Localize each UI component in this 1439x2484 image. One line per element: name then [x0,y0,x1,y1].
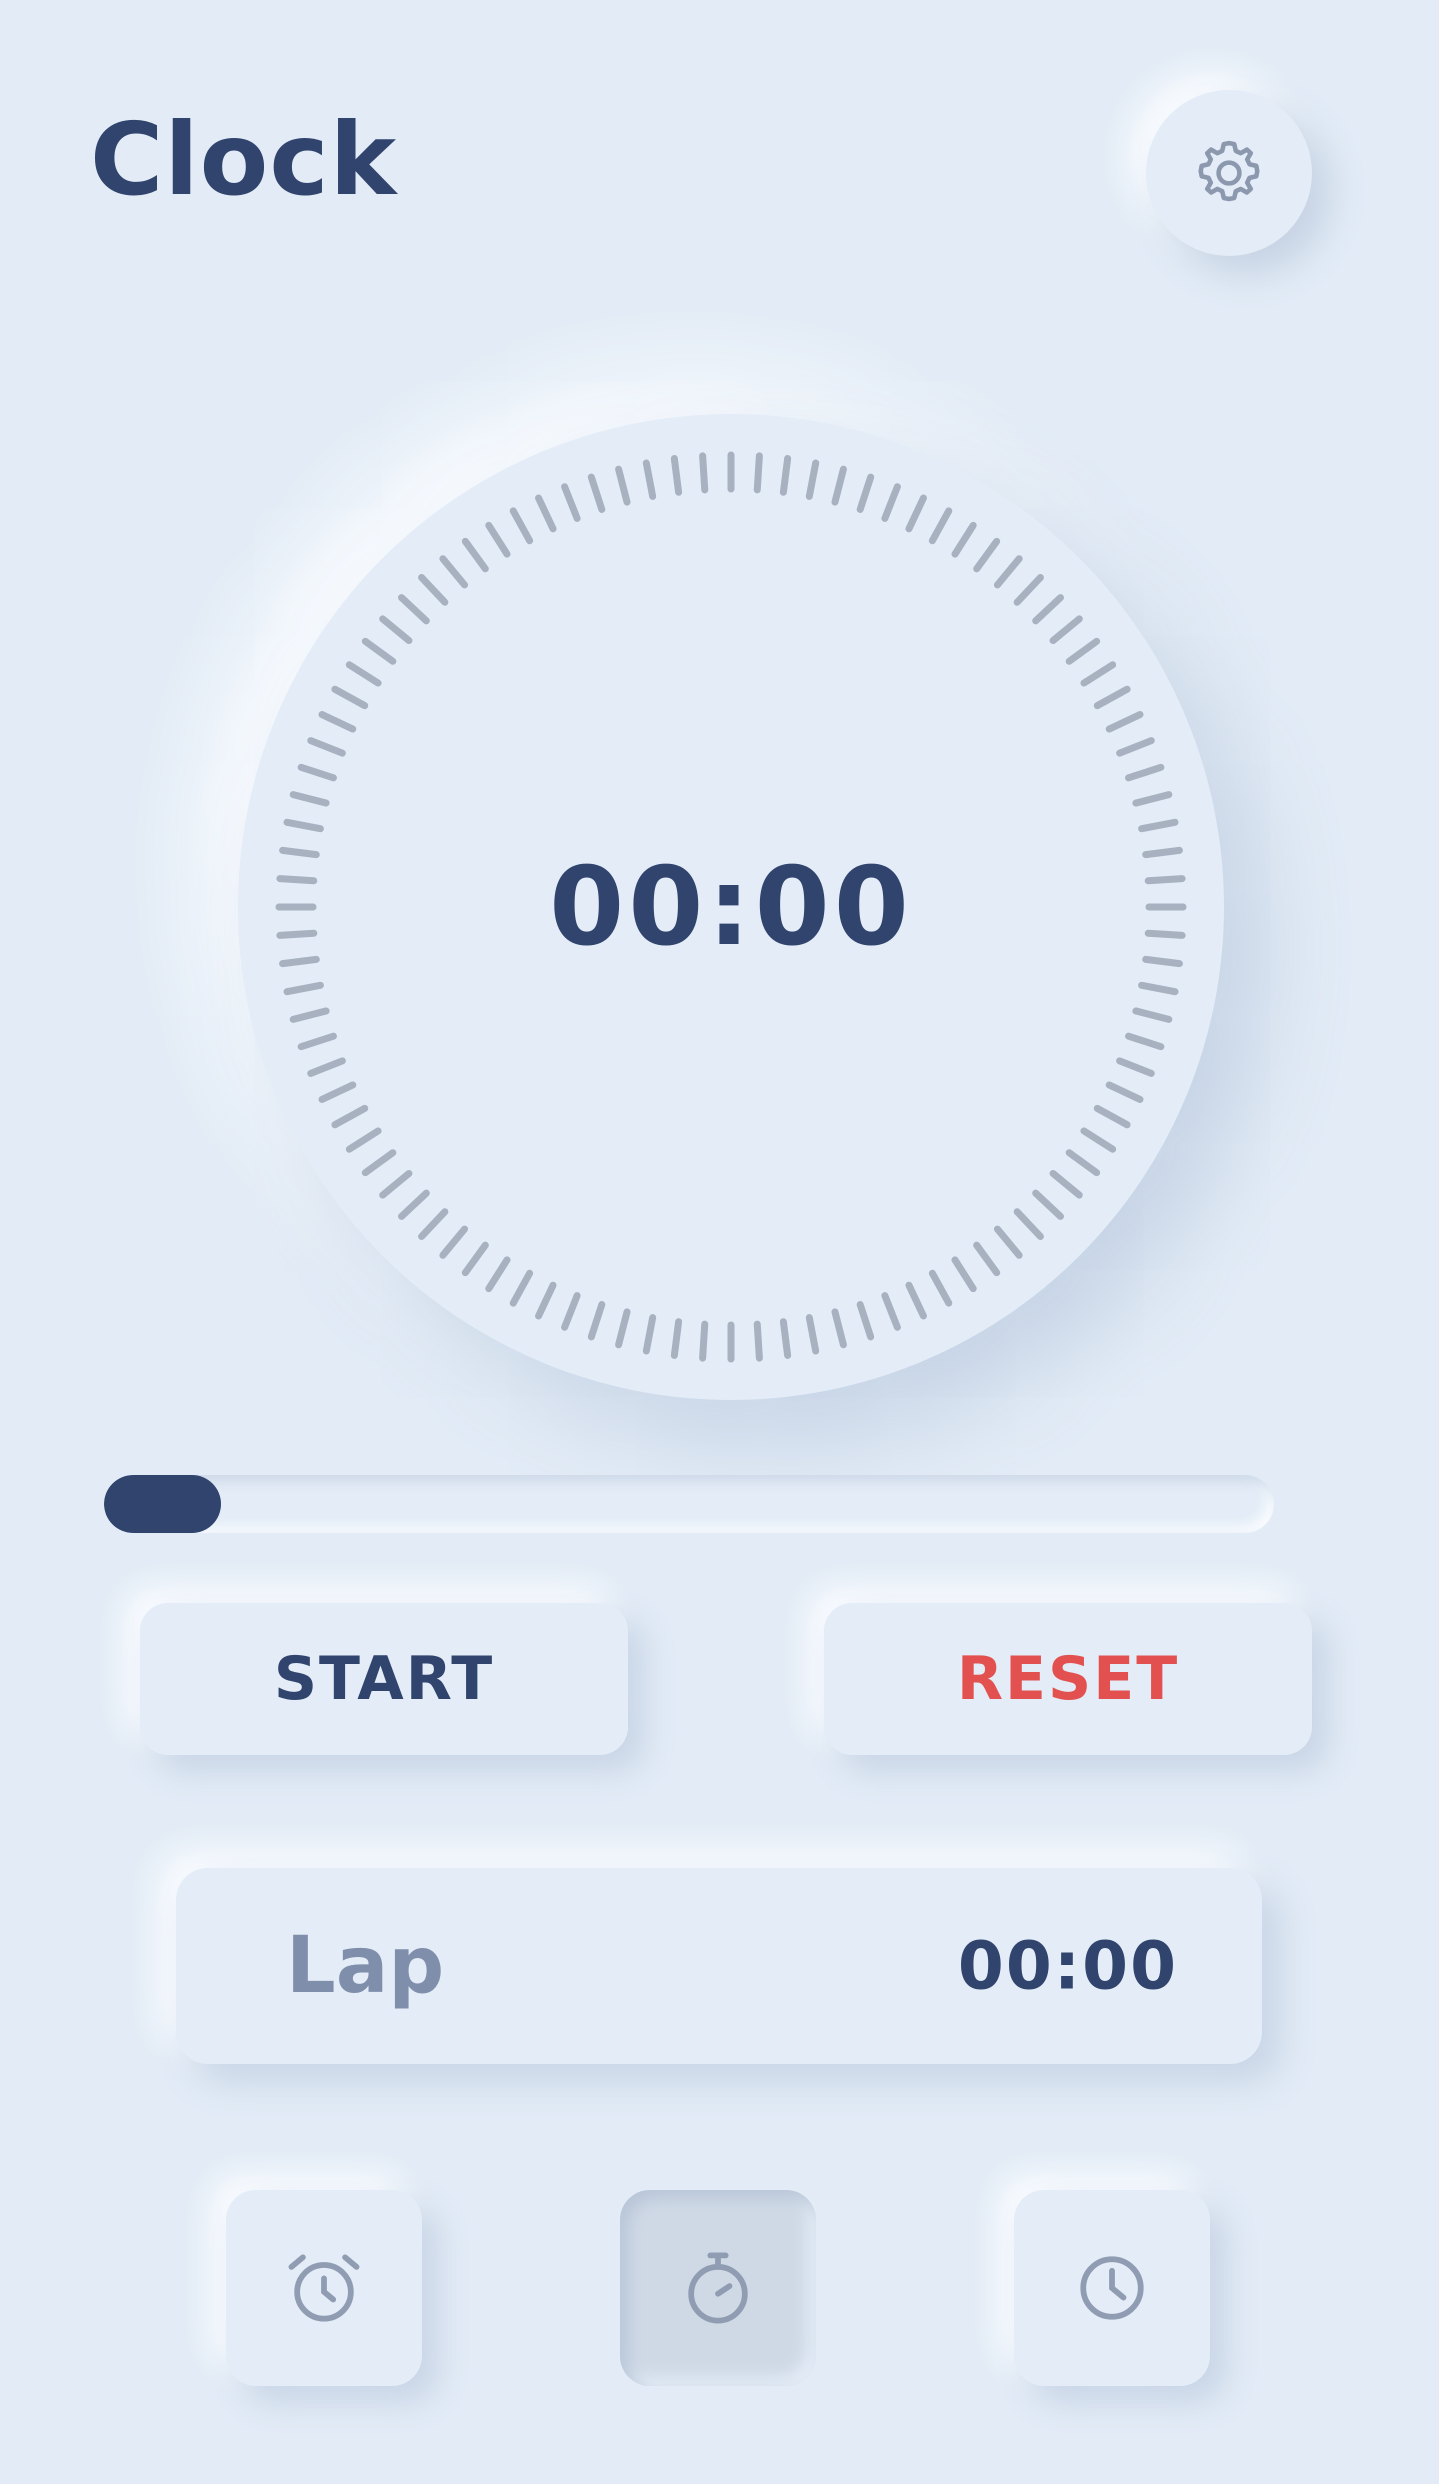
lap-label: Lap [286,1921,445,2011]
stopwatch-time: 00:00 [549,844,913,970]
gear-icon [1190,134,1268,212]
page-title: Clock [90,101,398,218]
nav-alarm-button[interactable] [226,2190,422,2386]
clock-icon [1066,2242,1158,2334]
settings-button[interactable] [1146,90,1312,256]
lap-time: 00:00 [957,1927,1178,2005]
stopwatch-dial: 00:00 [238,414,1224,1400]
alarm-clock-icon [278,2242,370,2334]
start-button[interactable]: START [140,1603,628,1755]
nav-clock-button[interactable] [1014,2190,1210,2386]
progress-track [104,1475,1274,1533]
stopwatch-icon [672,2242,764,2334]
reset-button[interactable]: RESET [824,1603,1312,1755]
nav-stopwatch-button[interactable] [620,2190,816,2386]
progress-fill [104,1475,221,1533]
lap-card: Lap 00:00 [176,1868,1262,2064]
